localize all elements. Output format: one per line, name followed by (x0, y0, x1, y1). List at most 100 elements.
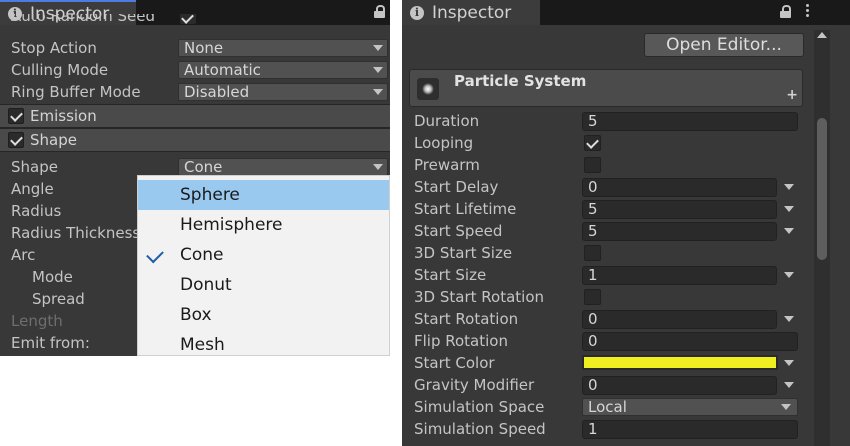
3d-start-rotation-row: 3D Start Rotation (402, 286, 850, 308)
menu-item-label: Box (180, 305, 212, 325)
start-size-row: Start Size 1 (402, 264, 850, 286)
gravity-modifier-input[interactable]: 0 (582, 376, 777, 395)
looping-checkbox[interactable] (584, 135, 601, 151)
inspector-tab[interactable]: i Inspector (402, 0, 540, 25)
culling-mode-row: Culling Mode Automatic (0, 59, 390, 81)
flip-rotation-label: Flip Rotation (414, 332, 508, 350)
particle-system-header[interactable]: Particle System + (409, 69, 803, 107)
ring-buffer-mode-row: Ring Buffer Mode Disabled (0, 81, 390, 103)
start-size-input[interactable]: 1 (582, 266, 777, 285)
stop-action-dropdown[interactable]: None (178, 39, 388, 57)
flip-rotation-row: Flip Rotation 0 (402, 330, 850, 352)
menu-item-label: Donut (180, 275, 232, 295)
start-size-label: Start Size (414, 266, 487, 284)
chevron-down-icon (373, 67, 383, 73)
start-lifetime-input[interactable]: 5 (582, 200, 777, 219)
arc-label: Arc (11, 246, 36, 264)
emission-module-header[interactable]: Emission (0, 104, 390, 128)
flip-rotation-input[interactable]: 0 (582, 332, 798, 351)
start-color-color-field[interactable] (582, 355, 778, 370)
looping-label: Looping (414, 134, 474, 152)
scrollbar-thumb[interactable] (817, 118, 827, 260)
chevron-down-icon[interactable] (784, 228, 794, 234)
gravity-modifier-label: Gravity Modifier (414, 376, 535, 394)
stop-action-value: None (184, 39, 224, 57)
info-icon: i (410, 5, 424, 20)
menu-item-label: Hemisphere (180, 215, 283, 235)
start-rotation-label: Start Rotation (414, 310, 519, 328)
menu-item-hemisphere[interactable]: Hemisphere (138, 210, 389, 240)
lock-icon[interactable] (780, 5, 791, 18)
simulation-speed-row: Simulation Speed 1 (402, 418, 850, 440)
menu-item-cone[interactable]: Cone (138, 240, 389, 270)
emission-checkbox[interactable] (8, 108, 24, 124)
auto-random-seed-label: Auto Random Seed (11, 14, 155, 25)
culling-mode-dropdown[interactable]: Automatic (178, 61, 388, 79)
open-editor-button[interactable]: Open Editor... (644, 33, 804, 57)
start-color-row: Start Color (402, 352, 850, 374)
angle-label: Angle (11, 180, 54, 198)
add-icon[interactable]: + (786, 87, 798, 103)
gravity-modifier-row: Gravity Modifier 0 (402, 374, 850, 396)
menu-item-donut[interactable]: Donut (138, 270, 389, 300)
prewarm-row: Prewarm (402, 154, 850, 176)
component-title: Particle System (454, 72, 587, 90)
auto-random-seed-row: Auto Random Seed (0, 14, 390, 30)
start-delay-input[interactable]: 0 (582, 178, 777, 197)
chevron-down-icon[interactable] (784, 360, 794, 366)
shape-title: Shape (30, 131, 77, 149)
start-speed-row: Start Speed 5 (402, 220, 850, 242)
start-speed-label: Start Speed (414, 222, 503, 240)
chevron-down-icon[interactable] (784, 316, 794, 322)
menu-item-sphere[interactable]: Sphere (138, 180, 389, 210)
simulation-space-row: Simulation Space Local (402, 396, 850, 418)
arc-mode-label: Mode (32, 268, 73, 286)
auto-random-seed-checkbox[interactable] (180, 14, 196, 24)
3d-start-rotation-checkbox[interactable] (584, 289, 601, 305)
arc-spread-label: Spread (32, 290, 85, 308)
simulation-speed-input[interactable]: 1 (582, 420, 798, 439)
start-delay-label: Start Delay (414, 178, 499, 196)
duration-input[interactable]: 5 (582, 112, 798, 131)
3d-start-size-checkbox[interactable] (584, 245, 601, 261)
left-inspector-panel: i Inspector Auto Random Seed Stop Action… (0, 0, 390, 356)
stop-action-row: Stop Action None (0, 37, 390, 59)
culling-mode-label: Culling Mode (11, 61, 109, 79)
start-delay-row: Start Delay 0 (402, 176, 850, 198)
start-lifetime-label: Start Lifetime (414, 200, 517, 218)
shape-module-header[interactable]: Shape (0, 128, 390, 152)
menu-item-mesh[interactable]: Mesh (138, 330, 389, 356)
chevron-down-icon[interactable] (784, 206, 794, 212)
duration-row: Duration 5 (402, 110, 850, 132)
scroll-up-arrow-icon[interactable] (817, 32, 827, 38)
more-menu-icon[interactable] (806, 4, 810, 19)
menu-item-label: Mesh (180, 335, 225, 355)
start-lifetime-row: Start Lifetime 5 (402, 198, 850, 220)
ring-buffer-mode-label: Ring Buffer Mode (11, 83, 141, 101)
simulation-space-dropdown[interactable]: Local (582, 398, 798, 416)
chevron-down-icon (373, 45, 383, 51)
chevron-down-icon (781, 404, 791, 410)
menu-item-label: Sphere (180, 185, 240, 205)
scrollbar[interactable] (814, 30, 830, 446)
chevron-down-icon (373, 89, 383, 95)
start-speed-input[interactable]: 5 (582, 222, 777, 241)
chevron-down-icon[interactable] (784, 382, 794, 388)
ring-buffer-mode-dropdown[interactable]: Disabled (178, 83, 388, 101)
chevron-down-icon[interactable] (784, 184, 794, 190)
looping-row: Looping (402, 132, 850, 154)
shape-dropdown[interactable]: Cone (178, 158, 388, 176)
3d-start-rotation-label: 3D Start Rotation (414, 288, 545, 306)
prewarm-label: Prewarm (414, 156, 480, 174)
tab-title: Inspector (432, 2, 512, 23)
shape-label: Shape (11, 158, 58, 176)
chevron-down-icon[interactable] (784, 272, 794, 278)
shape-value: Cone (184, 158, 223, 176)
menu-item-box[interactable]: Box (138, 300, 389, 330)
chevron-down-icon (373, 164, 383, 170)
start-rotation-input[interactable]: 0 (582, 310, 777, 329)
simulation-space-label: Simulation Space (414, 398, 545, 416)
menu-item-label: Cone (180, 245, 224, 265)
prewarm-checkbox[interactable] (584, 157, 601, 173)
shape-checkbox[interactable] (8, 132, 24, 148)
